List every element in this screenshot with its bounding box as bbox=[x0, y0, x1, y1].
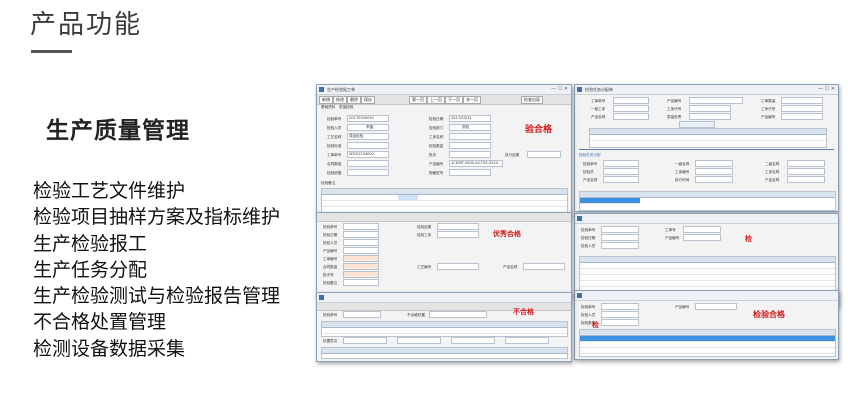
toolbar-button[interactable]: 检查出现 bbox=[521, 96, 543, 104]
pass-stamp: 验合格 bbox=[525, 125, 553, 135]
window-title: 生产检验报工单 bbox=[327, 87, 355, 92]
inspection-date-value: 2017/03/31 bbox=[451, 116, 472, 120]
section-heading: 生产质量管理 bbox=[46, 118, 190, 144]
inspection-stamp: 检 bbox=[745, 234, 752, 243]
screenshot-result-window: 检验单号 产品编号 检验人员 检验数量 检验合格 bbox=[574, 290, 839, 360]
toolbar-button[interactable]: 删除 bbox=[347, 96, 361, 104]
tab-quality[interactable]: 质量检验 bbox=[339, 105, 353, 110]
window-titlebar: 生产检验报工单 — ☐ ✕ bbox=[317, 85, 571, 95]
feature-item: 检测设备数据采集 bbox=[33, 337, 186, 360]
feature-item: 检验工艺文件维护 bbox=[33, 180, 186, 202]
screenshot-main-window: 生产检验报工单 — ☐ ✕ 新增 修改 删除 保存 第一页 上一页 下一页 末一… bbox=[316, 84, 572, 216]
department-value: 质检 bbox=[462, 125, 470, 129]
toolbar-button[interactable]: 新增 bbox=[319, 96, 333, 104]
feature-item: 不合格处置管理 bbox=[33, 311, 167, 334]
app-icon bbox=[319, 87, 324, 92]
feature-item: 生产检验测试与检验报告管理 bbox=[33, 285, 281, 308]
nonconform-stamp: 不合格 bbox=[513, 307, 534, 316]
toolbar-button[interactable]: 修改 bbox=[333, 96, 347, 104]
toolbar-button[interactable]: 下一页 bbox=[445, 96, 463, 104]
screenshot-inspection-task-window: 检验任务分配单 — ☐ ✕ 工单单号 产品编号 工单数量 一级工序 工序代号 工… bbox=[574, 84, 839, 212]
inspector-value: 李晶 bbox=[366, 125, 374, 129]
inspection-item-table bbox=[321, 188, 568, 214]
close-icon: — ☐ ✕ bbox=[818, 86, 835, 92]
excellent-pass-stamp: 优秀合格 bbox=[493, 229, 521, 238]
feature-item: 生产检验报工 bbox=[33, 232, 148, 255]
screenshot-quality-window: 检验单号 检验日期 检验人员 产品编号 工单编号 合同数量 批次号 检验备注 检… bbox=[316, 212, 572, 296]
feature-list: 检验工艺文件维护 检验项目抽样方案及指标维护 生产检验报工 生产任务分配 生产检… bbox=[33, 178, 280, 362]
feature-item: 检验项目抽样方案及指标维护 bbox=[33, 206, 281, 229]
tab-basic[interactable]: 基础资料 bbox=[321, 105, 335, 110]
window-title: 检验任务分配单 bbox=[585, 87, 613, 92]
toolbar-button[interactable]: 第一页 bbox=[409, 96, 427, 104]
toolbar-button[interactable]: 上一页 bbox=[427, 96, 445, 104]
inspection-no-value: 20170330001 bbox=[349, 116, 375, 120]
feature-item: 生产任务分配 bbox=[33, 258, 148, 281]
toolbar: 新增 修改 删除 保存 第一页 上一页 下一页 末一页 检查出现 bbox=[317, 95, 571, 105]
work-order-value: 2FK01200002 bbox=[349, 152, 375, 156]
slide-title: 产品功能 bbox=[30, 10, 143, 40]
screenshot-nonconform-window: 检验单号 不合格处置 不合格 处置意见 bbox=[316, 292, 572, 362]
window-titlebar: 检验任务分配单 — ☐ ✕ bbox=[575, 85, 838, 95]
product-code-value: 1CDMT-0500-S4-TSS-0224 bbox=[451, 161, 499, 165]
inspection-pass-stamp: 检验合格 bbox=[753, 309, 785, 319]
title-underline bbox=[31, 50, 72, 53]
toolbar-button[interactable]: 保存 bbox=[361, 96, 375, 104]
close-icon: — ☐ ✕ bbox=[551, 86, 568, 92]
toolbar-button[interactable]: 末一页 bbox=[463, 96, 481, 104]
extra-inspection-stamp: 检 bbox=[592, 320, 599, 329]
app-icon bbox=[577, 87, 582, 92]
process-value: 成品检验 bbox=[349, 134, 364, 138]
